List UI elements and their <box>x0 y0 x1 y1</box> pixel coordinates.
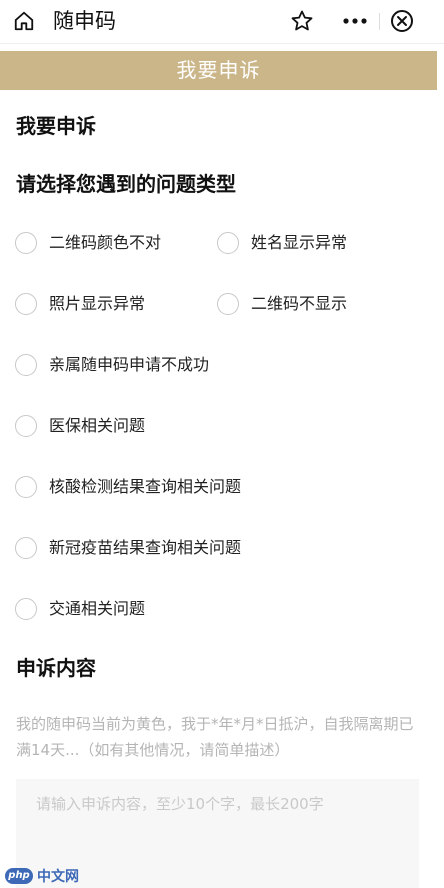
option-label: 新冠疫苗结果查询相关问题 <box>49 538 242 557</box>
option-relative-code-failed[interactable]: 亲属随申码申请不成功 <box>15 351 209 379</box>
home-icon[interactable] <box>13 10 35 32</box>
option-traffic[interactable]: 交通相关问题 <box>15 595 145 623</box>
option-label: 核酸检测结果查询相关问题 <box>49 477 242 496</box>
question-type-heading: 请选择您遇到的问题类型 <box>16 172 236 196</box>
content-hint: 我的随申码当前为黄色，我于*年*月*日抵沪，自我隔离期已满14天...（如有其他… <box>16 715 414 759</box>
option-label: 二维码颜色不对 <box>49 233 162 252</box>
option-label: 姓名显示异常 <box>251 233 348 252</box>
top-navigation-bar: 随申码 <box>0 0 444 44</box>
more-icon[interactable] <box>341 9 369 33</box>
option-qr-color-wrong[interactable]: 二维码颜色不对 <box>15 229 161 257</box>
option-label: 照片显示异常 <box>49 294 146 313</box>
page-banner: 我要申诉 <box>0 51 437 90</box>
topbar-divider <box>379 13 380 30</box>
option-label: 交通相关问题 <box>49 599 146 618</box>
option-medical-insurance[interactable]: 医保相关问题 <box>15 412 145 440</box>
radio-circle[interactable] <box>15 476 37 498</box>
star-icon[interactable] <box>290 9 314 33</box>
radio-circle[interactable] <box>217 232 239 254</box>
radio-circle[interactable] <box>217 293 239 315</box>
radio-circle[interactable] <box>15 293 37 315</box>
content-heading: 申诉内容 <box>16 656 96 680</box>
option-label: 医保相关问题 <box>49 416 146 435</box>
close-circle-icon[interactable] <box>390 9 414 33</box>
option-label: 二维码不显示 <box>251 294 348 313</box>
app-title: 随申码 <box>53 9 116 33</box>
radio-circle[interactable] <box>15 354 37 376</box>
option-photo-display-error[interactable]: 照片显示异常 <box>15 290 145 318</box>
radio-circle[interactable] <box>15 415 37 437</box>
option-vaccine-result-query[interactable]: 新冠疫苗结果查询相关问题 <box>15 534 241 562</box>
radio-circle[interactable] <box>15 537 37 559</box>
option-name-display-error[interactable]: 姓名显示异常 <box>217 229 347 257</box>
site-watermark: php 中文网 <box>5 866 79 886</box>
page-heading: 我要申诉 <box>16 114 96 138</box>
watermark-logo: php <box>5 868 33 884</box>
option-qr-not-shown[interactable]: 二维码不显示 <box>217 290 347 318</box>
option-nucleic-test-query[interactable]: 核酸检测结果查询相关问题 <box>15 473 241 501</box>
watermark-text: 中文网 <box>37 869 79 885</box>
radio-circle[interactable] <box>15 598 37 620</box>
radio-circle[interactable] <box>15 232 37 254</box>
option-label: 亲属随申码申请不成功 <box>49 355 210 374</box>
